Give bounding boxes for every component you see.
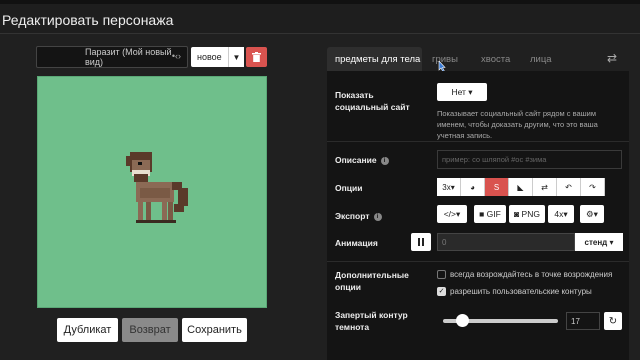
custom-outlines-label: разрешить пользовательские контуры (450, 287, 592, 296)
show-site-help: Показывает социальный сайт рядом с вашим… (437, 109, 598, 140)
divider (327, 261, 629, 262)
save-button[interactable]: Сохранить (182, 318, 247, 342)
respawn-checkbox[interactable] (437, 270, 446, 279)
code-export-button[interactable]: </>▾ (437, 205, 467, 223)
info-icon[interactable]: i (373, 213, 382, 221)
video-icon: ■ (479, 209, 485, 219)
window-title: Редактировать персонажа (2, 12, 174, 28)
duplicate-button[interactable]: Дубликат (57, 318, 118, 342)
strikethrough-icon[interactable]: S (485, 178, 509, 196)
character-select[interactable]: Паразит (Мой новый вид) •‹› (36, 46, 188, 68)
outline-slider-thumb[interactable] (456, 314, 469, 327)
gif-export-button[interactable]: ■ GIF (474, 205, 506, 223)
png-export-button[interactable]: ◙ PNG (509, 205, 545, 223)
new-button[interactable]: новое (191, 47, 228, 67)
custom-outlines-checkbox[interactable]: ✓ (437, 287, 446, 296)
outline-label: Запертый контур темнота (335, 310, 408, 332)
redo-icon[interactable]: ↷ (581, 178, 605, 196)
pause-button[interactable] (411, 233, 431, 251)
respawn-label: всегда возрождайтесь в точке возрождения (450, 270, 613, 279)
outline-value-input[interactable]: 17 (566, 312, 600, 330)
pony-icon[interactable]: ◣ (509, 178, 533, 196)
show-site-select[interactable]: Нет ▾ (437, 83, 487, 101)
description-input[interactable]: пример: со шляпой #ос #зима (437, 150, 622, 169)
tab-faces[interactable]: лица (530, 47, 552, 71)
trash-icon (252, 52, 261, 62)
delete-button[interactable] (246, 47, 267, 67)
divider (327, 141, 629, 142)
animation-label: Анимация (335, 238, 378, 248)
extra-options-label: Дополнительные опции (335, 270, 409, 292)
description-label: Описание i (335, 154, 389, 166)
tab-body-items[interactable]: предметы для тела (327, 47, 422, 71)
swap-horizontal-icon[interactable]: ⇄ (533, 178, 557, 196)
revert-button[interactable]: Возврат (122, 318, 178, 342)
info-icon[interactable]: i (380, 157, 389, 165)
export-scale-select[interactable]: 4x ▾ (548, 205, 574, 223)
gear-icon[interactable]: ⚙▾ (580, 205, 604, 223)
palette-icon[interactable]: ◕ (461, 178, 485, 196)
undo-icon[interactable]: ↶ (557, 178, 581, 196)
show-site-label: Показать социальный сайт (335, 90, 410, 112)
animation-frame-input[interactable]: 0 (437, 233, 575, 251)
show-site-value: Нет (451, 87, 466, 97)
animation-select[interactable]: стенд ▾ (575, 233, 623, 251)
top-strip (0, 0, 640, 4)
reset-icon[interactable]: ↻ (604, 312, 622, 330)
swap-icon[interactable]: ⇄ (607, 51, 617, 65)
camera-icon: ◙ (514, 209, 520, 219)
pony-sprite (126, 152, 188, 223)
chevron-updown-icon: •‹› (171, 51, 181, 61)
options-label: Опции (335, 183, 363, 193)
scale-select[interactable]: 3x ▾ (437, 178, 461, 196)
tab-tails[interactable]: хвоста (481, 47, 510, 71)
export-label: Экспорт i (335, 210, 382, 222)
pause-icon (418, 238, 424, 246)
chevron-down-icon[interactable]: ▼ (228, 47, 244, 67)
options-toolbar: 3x ▾ ◕ S ◣ ⇄ ↶ ↷ (437, 178, 605, 196)
